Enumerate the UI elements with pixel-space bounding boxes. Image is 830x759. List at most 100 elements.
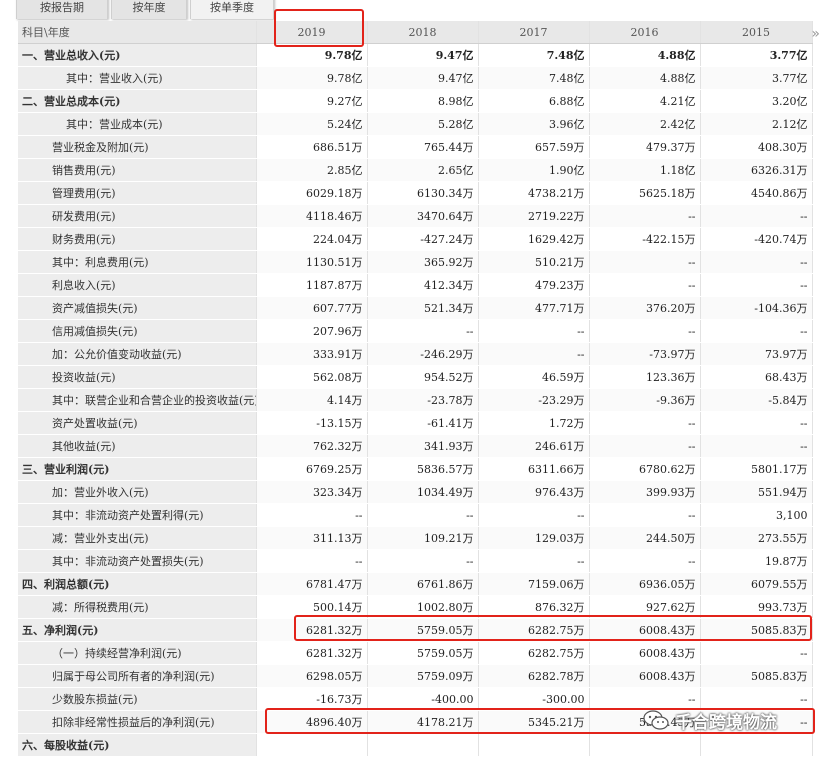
row-label: 加：营业外收入(元): [18, 480, 257, 504]
cell-2018: 3470.64万: [367, 204, 479, 228]
row-label: 财务费用(元): [18, 227, 257, 251]
cell-2018: -400.00: [367, 687, 479, 711]
cell-2019: 1130.51万: [256, 250, 368, 274]
cell-2016: --: [589, 503, 701, 527]
cell-2017: 6282.75万: [478, 618, 590, 642]
row-label: 其中：利息费用(元): [18, 250, 257, 274]
cell-2015: 993.73万: [700, 595, 813, 619]
row-label: 三、营业利润(元): [18, 457, 257, 481]
cell-2015: 6326.31万: [700, 158, 813, 182]
table-row: 其中：非流动资产处置损失(元) -- -- -- -- 19.87万: [18, 549, 813, 573]
cell-2018: 954.52万: [367, 365, 479, 389]
row-label: 一、营业总收入(元): [18, 43, 257, 67]
cell-2015: --: [700, 319, 813, 343]
cell-2016: 2.42亿: [589, 112, 701, 136]
cell-2015: 5801.17万: [700, 457, 813, 481]
cell-2017: 6282.75万: [478, 641, 590, 665]
cell-2017: 657.59万: [478, 135, 590, 159]
double-chevron-right-icon[interactable]: »: [811, 26, 820, 42]
cell-2015: --: [700, 641, 813, 665]
cell-2016: --: [589, 549, 701, 573]
cell-2017: -300.00: [478, 687, 590, 711]
table-row: （一）持续经营净利润(元) 6281.32万 5759.05万 6282.75万 600…: [18, 641, 813, 665]
tab-by-quarter[interactable]: 按单季度: [190, 0, 274, 19]
cell-2017: --: [478, 342, 590, 366]
row-label: 信用减值损失(元): [18, 319, 257, 343]
cell-2017: 6.88亿: [478, 89, 590, 113]
cell-2018: --: [367, 319, 479, 343]
row-label: 其中：营业成本(元): [18, 112, 257, 136]
table-row: 资产处置收益(元) -13.15万 -61.41万 1.72万 -- --: [18, 411, 813, 435]
cell-2018: -246.29万: [367, 342, 479, 366]
cell-2018: 1002.80万: [367, 595, 479, 619]
table-row: 四、利润总额(元) 6781.47万 6761.86万 7159.06万 6936.05…: [18, 572, 813, 596]
cell-2017: 3.96亿: [478, 112, 590, 136]
cell-2015: 68.43万: [700, 365, 813, 389]
cell-2016: 5625.18万: [589, 181, 701, 205]
header-year-2017[interactable]: 2017: [478, 21, 590, 44]
cell-2015: -5.84万: [700, 388, 813, 412]
wechat-logo-icon: [643, 710, 669, 730]
cell-2016: --: [589, 273, 701, 297]
cell-2016: 6008.43万: [589, 641, 701, 665]
cell-2018: 6761.86万: [367, 572, 479, 596]
cell-2019: 500.14万: [256, 595, 368, 619]
cell-2019: 607.77万: [256, 296, 368, 320]
cell-2018: 6130.34万: [367, 181, 479, 205]
cell-2016: --: [589, 319, 701, 343]
table-row: 其中：非流动资产处置利得(元) -- -- -- -- 3,100: [18, 503, 813, 527]
cell-2016: 927.62万: [589, 595, 701, 619]
cell-2016: --: [589, 250, 701, 274]
cell-2019: 6281.32万: [256, 641, 368, 665]
cell-2015: --: [700, 411, 813, 435]
cell-2017: 976.43万: [478, 480, 590, 504]
table-row: 营业税金及附加(元) 686.51万 765.44万 657.59万 479.37万 40…: [18, 135, 813, 159]
tab-by-year[interactable]: 按年度: [111, 0, 187, 19]
cell-2016: 244.50万: [589, 526, 701, 550]
table-row: 加：公允价值变动收益(元) 333.91万 -246.29万 -- -73.97万 73.…: [18, 342, 813, 366]
header-year-2015[interactable]: 2015: [700, 21, 813, 44]
cell-2017: 477.71万: [478, 296, 590, 320]
cell-2019: 6781.47万: [256, 572, 368, 596]
cell-2019: 6029.18万: [256, 181, 368, 205]
row-label: 研发费用(元): [18, 204, 257, 228]
cell-2016: 4.88亿: [589, 43, 701, 67]
cell-2015: 3.77亿: [700, 66, 813, 90]
row-label: 管理费用(元): [18, 181, 257, 205]
cell-2019: 6769.25万: [256, 457, 368, 481]
table-row: 归属于母公司所有者的净利润(元) 6298.05万 5759.09万 6282.78万…: [18, 664, 813, 688]
cell-2018: 109.21万: [367, 526, 479, 550]
header-label: 科目\年度: [18, 21, 257, 44]
header-year-2018[interactable]: 2018: [367, 21, 479, 44]
cell-2018: 5759.05万: [367, 618, 479, 642]
cell-2016: 376.20万: [589, 296, 701, 320]
cell-2018: 9.47亿: [367, 66, 479, 90]
row-label: 少数股东损益(元): [18, 687, 257, 711]
cell-2017: 129.03万: [478, 526, 590, 550]
row-label: 投资收益(元): [18, 365, 257, 389]
header-year-2016[interactable]: 2016: [589, 21, 701, 44]
cell-2016: 6008.43万: [589, 618, 701, 642]
table-row: 资产减值损失(元) 607.77万 521.34万 477.71万 376.20万 -10…: [18, 296, 813, 320]
cell-2015: 4540.86万: [700, 181, 813, 205]
cell-2015: 5085.83万: [700, 618, 813, 642]
row-label: 营业税金及附加(元): [18, 135, 257, 159]
table-row: 利息收入(元) 1187.87万 412.34万 479.23万 -- --: [18, 273, 813, 297]
cell-2017: 7.48亿: [478, 66, 590, 90]
cell-2015: -104.36万: [700, 296, 813, 320]
cell-2015: --: [700, 204, 813, 228]
row-label: 六、每股收益(元): [18, 733, 257, 757]
cell-2016: -422.15万: [589, 227, 701, 251]
cell-2019: 4.14万: [256, 388, 368, 412]
cell-2018: -61.41万: [367, 411, 479, 435]
cell-2018: 521.34万: [367, 296, 479, 320]
row-label: 归属于母公司所有者的净利润(元): [18, 664, 257, 688]
header-year-2019[interactable]: 2019: [256, 21, 368, 44]
cell-2019: 5.24亿: [256, 112, 368, 136]
cell-2018: --: [367, 503, 479, 527]
tab-by-report-period[interactable]: 按报告期: [16, 0, 108, 19]
cell-2016: 123.36万: [589, 365, 701, 389]
cell-2017: --: [478, 319, 590, 343]
row-label: 加：公允价值变动收益(元): [18, 342, 257, 366]
table-row: 销售费用(元) 2.85亿 2.65亿 1.90亿 1.18亿 6326.31万: [18, 158, 813, 182]
